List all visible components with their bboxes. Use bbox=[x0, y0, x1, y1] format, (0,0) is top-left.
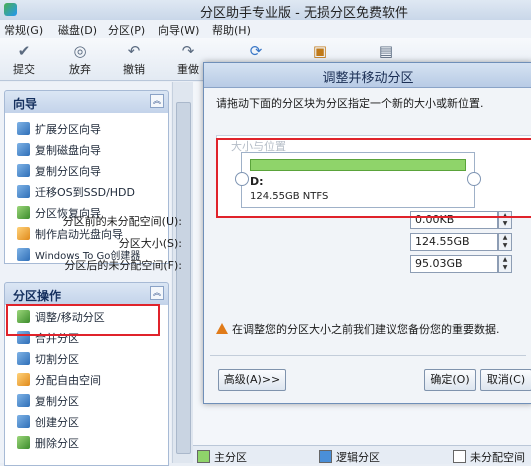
resize-move-dialog: 调整并移动分区 请拖动下面的分区块为分区指定一个新的大小或新位置. 大小与位置 … bbox=[63, 62, 531, 404]
after-space-spinner[interactable]: ▲ ▼ bbox=[498, 255, 512, 273]
split-icon bbox=[17, 352, 30, 365]
menu-partition[interactable]: 分区(P) bbox=[108, 22, 145, 38]
logical-swatch bbox=[319, 450, 332, 463]
ok-button[interactable]: 确定(O) bbox=[424, 369, 476, 391]
allocate-icon bbox=[17, 373, 30, 386]
primary-swatch bbox=[197, 450, 210, 463]
advanced-button[interactable]: 高级(A)>> bbox=[218, 369, 286, 391]
unallocated-swatch bbox=[453, 450, 466, 463]
menu-disk[interactable]: 磁盘(D) bbox=[58, 22, 97, 38]
menu-bar: 常规(G) 磁盘(D) 分区(P) 向导(W) 帮助(H) bbox=[0, 20, 531, 38]
recovery-icon bbox=[17, 206, 30, 219]
wizard-item-migrate-os[interactable]: 迁移OS到SSD/HDD bbox=[17, 184, 135, 202]
after-space-input[interactable]: 95.03GB bbox=[410, 255, 498, 273]
copy-partition-icon bbox=[17, 164, 30, 177]
dialog-instruction: 请拖动下面的分区块为分区指定一个新的大小或新位置. bbox=[216, 97, 484, 110]
toolbox-icon: ▣ bbox=[312, 42, 328, 60]
status-bar: 主分区 逻辑分区 未分配空间 bbox=[193, 445, 531, 464]
refresh-icon: ⟳ bbox=[249, 42, 263, 60]
disk-icon: ▤ bbox=[378, 42, 394, 60]
wizard-item-copy-disk[interactable]: 复制磁盘向导 bbox=[17, 142, 101, 160]
menu-wizard[interactable]: 向导(W) bbox=[158, 22, 199, 38]
copy-disk-icon bbox=[17, 143, 30, 156]
warning-icon bbox=[216, 323, 228, 334]
op-item-allocate[interactable]: 分配自由空间 bbox=[17, 372, 101, 390]
dialog-header: 调整并移动分区 bbox=[204, 63, 531, 88]
op-item-create[interactable]: 创建分区 bbox=[17, 414, 79, 432]
bootable-disc-icon bbox=[17, 227, 30, 240]
redo-button[interactable]: ↷ 重做 bbox=[168, 40, 208, 78]
extend-icon bbox=[17, 122, 30, 135]
backup-warning: 在调整您的分区大小之前我们建议您备份您的重要数据. bbox=[216, 321, 500, 337]
partition-ops-section-header[interactable]: 分区操作 ︽ bbox=[4, 282, 169, 306]
wizard-section-header[interactable]: 向导 ︽ bbox=[4, 90, 169, 114]
op-item-copy[interactable]: 复制分区 bbox=[17, 393, 79, 411]
op-item-split[interactable]: 切割分区 bbox=[17, 351, 79, 369]
partition-size-spinner[interactable]: ▲ ▼ bbox=[498, 233, 512, 251]
op-item-delete[interactable]: 删除分区 bbox=[17, 435, 79, 453]
collapse-icon[interactable]: ︽ bbox=[150, 286, 164, 300]
create-icon bbox=[17, 415, 30, 428]
commit-button[interactable]: ✔ 提交 bbox=[4, 40, 44, 78]
dialog-title: 调整并移动分区 bbox=[322, 71, 414, 86]
copy-icon bbox=[17, 394, 30, 407]
cancel-button[interactable]: 取消(C) bbox=[480, 369, 531, 391]
collapse-icon[interactable]: ︽ bbox=[150, 94, 164, 108]
divider bbox=[210, 355, 526, 356]
scroll-thumb[interactable] bbox=[176, 102, 191, 454]
windows-to-go-icon bbox=[17, 248, 30, 261]
discard-button[interactable]: ◎ 放弃 bbox=[60, 40, 100, 78]
delete-icon bbox=[17, 436, 30, 449]
discard-icon: ◎ bbox=[73, 42, 87, 60]
migrate-icon bbox=[17, 185, 30, 198]
menu-general[interactable]: 常规(G) bbox=[4, 22, 43, 38]
check-icon: ✔ bbox=[17, 42, 31, 60]
highlight-partition-map bbox=[216, 138, 531, 218]
wizard-item-copy-partition[interactable]: 复制分区向导 bbox=[17, 163, 101, 181]
app-icon bbox=[4, 3, 17, 16]
undo-button[interactable]: ↶ 撤销 bbox=[114, 40, 154, 78]
undo-icon: ↶ bbox=[127, 42, 141, 60]
wizard-item-extend[interactable]: 扩展分区向导 bbox=[17, 121, 101, 139]
title-bar: 分区助手专业版 - 无损分区免费软件 bbox=[0, 0, 531, 21]
menu-help[interactable]: 帮助(H) bbox=[212, 22, 251, 38]
partition-size-input[interactable]: 124.55GB bbox=[410, 233, 498, 251]
redo-icon: ↷ bbox=[181, 42, 195, 60]
window-title: 分区助手专业版 - 无损分区免费软件 bbox=[200, 6, 408, 21]
highlight-resize-move-item bbox=[6, 304, 160, 336]
